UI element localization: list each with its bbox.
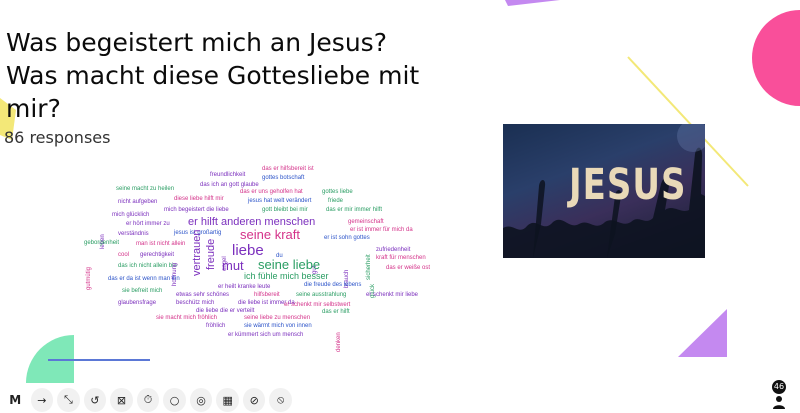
question-title: Was begeistert mich an Jesus? Was macht … (6, 28, 420, 123)
block-icon[interactable]: ⦸ (269, 388, 293, 412)
reset-icon[interactable]: ↺ (83, 388, 107, 412)
participant-count: 46 (772, 380, 786, 394)
person-icon (773, 396, 785, 409)
jesus-text: JESUS (569, 160, 687, 210)
reactions-icon[interactable]: ◎ (189, 388, 213, 412)
collapse-icon[interactable]: ⤡ (57, 388, 80, 412)
logo-icon[interactable]: M (4, 388, 27, 412)
response-count: 86 responses (4, 128, 111, 147)
presenter-toolbar: M → ⤡ ↺ ⊠ ⏱ ○ ◎ ▦ ⊘ ⦸ (4, 388, 293, 412)
arrow-right-icon[interactable]: → (30, 388, 54, 412)
qr-code-icon[interactable]: ▦ (216, 388, 239, 412)
jesus-image: JESUS (503, 124, 705, 258)
purple-top-triangle (505, 0, 560, 6)
timer-icon[interactable]: ⏱ (136, 388, 160, 412)
purple-triangle (678, 309, 727, 357)
close-box-icon[interactable]: ⊠ (110, 388, 133, 412)
hide-icon[interactable]: ⊘ (242, 388, 266, 412)
participants-indicator[interactable]: 46 (768, 380, 790, 410)
comment-icon[interactable]: ○ (163, 388, 186, 412)
pink-half-circle (752, 10, 800, 106)
